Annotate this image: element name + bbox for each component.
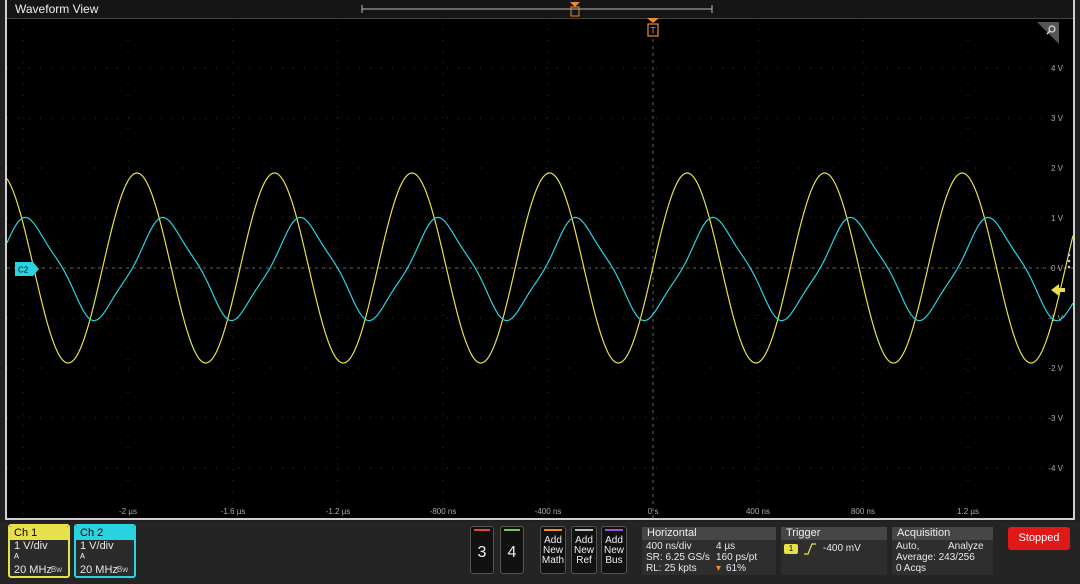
acquisition-title: Acquisition	[892, 527, 993, 540]
ch2-bandwidth: 20 MHz	[80, 564, 118, 576]
x-tick-label: -800 ns	[430, 507, 457, 516]
y-tick-label: -3 V	[1048, 414, 1063, 423]
add-new-bus-button[interactable]: Add New Bus	[601, 526, 627, 574]
channel-4-button[interactable]: 4	[500, 526, 524, 574]
acquisition-panel[interactable]: Acquisition Auto, Analyze Average: 243/2…	[892, 527, 993, 575]
y-tick-label: 4 V	[1051, 64, 1064, 73]
trigger-position-marker-label: T	[650, 26, 656, 36]
ch2-bandwidth-row: 20 MHz Bw	[76, 564, 134, 576]
bandwidth-limit-icon: Bw	[50, 565, 62, 574]
waveform-plot[interactable]: 4 V3 V2 V1 V0 V-1 V-2 V-3 V-4 V-2 µs -1.6…	[7, 18, 1073, 518]
bandwidth-limit-icon: Bw	[116, 565, 128, 574]
x-tick-label: -400 ns	[535, 507, 562, 516]
y-tick-label: -2 V	[1048, 364, 1063, 373]
x-tick-label: 800 ns	[851, 507, 875, 516]
math-color-bar	[544, 529, 562, 531]
y-tick-label: 3 V	[1051, 114, 1064, 123]
bus-color-bar	[605, 529, 623, 531]
ch2-offset-marker-label: C2	[18, 266, 29, 275]
zoom-icon[interactable]	[1037, 22, 1059, 44]
sample-rate: SR: 6.25 GS/s	[646, 552, 710, 563]
x-tick-label: -1.2 µs	[326, 507, 351, 516]
y-tick-label: 1 V	[1051, 214, 1064, 223]
channel-4-color-bar	[504, 529, 520, 531]
ch2-coupling-icon: ᴬ	[80, 552, 85, 564]
x-tick-label: -1.6 µs	[221, 507, 246, 516]
analyze-label: Analyze	[948, 541, 984, 552]
ch2-badge[interactable]: Ch 2 1 V/div ᴬ 20 MHz Bw	[74, 524, 136, 578]
x-tick-label: 1.2 µs	[957, 507, 979, 516]
horizontal-panel[interactable]: Horizontal 400 ns/div 4 µs SR: 6.25 GS/s…	[642, 527, 776, 575]
trigger-level: -400 mV	[823, 543, 861, 554]
oscilloscope-app: Waveform View 4 V3 V2 V1 V0 V -1 V -2 V -3 …	[0, 0, 1080, 584]
y-tick-label: 2 V	[1051, 164, 1064, 173]
ch1-bandwidth-row: 20 MHz Bw	[10, 564, 68, 576]
horizontal-duration: 4 µs	[716, 541, 736, 552]
x-tick-label: 400 ns	[746, 507, 770, 516]
run-stop-button[interactable]: Stopped	[1008, 527, 1070, 550]
settings-bar: Ch 1 1 V/div ᴬ 20 MHz Bw Ch 2 1 V/div ᴬ …	[0, 522, 1080, 584]
y-tick-label: -4 V	[1048, 464, 1063, 473]
x-tick-label: 0 s	[648, 507, 659, 516]
record-overview-bar[interactable]	[7, 0, 1073, 18]
ch1-coupling-icon: ᴬ	[14, 552, 19, 564]
add-new-math-button[interactable]: Add New Math	[540, 526, 566, 574]
time-resolution: 160 ps/pt	[716, 552, 758, 563]
horizontal-position: 61%	[726, 563, 747, 574]
ch2-trace	[7, 216, 1073, 322]
ch1-bandwidth: 20 MHz	[14, 564, 52, 576]
horizontal-title: Horizontal	[642, 527, 776, 540]
acquisition-mode: Auto,	[896, 541, 920, 552]
acquisition-count: 0 Acqs	[896, 563, 927, 574]
x-tick-label: -2 µs	[119, 507, 137, 516]
waveform-view-titlebar: Waveform View	[7, 0, 1073, 19]
ch1-badge[interactable]: Ch 1 1 V/div ᴬ 20 MHz Bw	[8, 524, 70, 578]
horizontal-position-icon: ▾	[716, 563, 722, 574]
ch1-badge-label: Ch 1	[10, 526, 68, 540]
trigger-level-marker-icon[interactable]	[1051, 283, 1065, 297]
channel-3-label: 3	[477, 544, 487, 561]
channel-3-color-bar	[474, 529, 490, 531]
ch1-scale: 1 V/div	[14, 540, 48, 552]
ch2-badge-label: Ch 2	[76, 526, 134, 540]
trigger-title: Trigger	[781, 527, 887, 540]
add-bus-line-3: Bus	[605, 555, 623, 566]
y-tick-label: 0 V	[1051, 264, 1064, 273]
channel-4-label: 4	[507, 544, 517, 561]
rising-edge-icon	[804, 543, 816, 555]
add-new-ref-button[interactable]: Add New Ref	[571, 526, 597, 574]
ch2-scale: 1 V/div	[80, 540, 114, 552]
add-ref-line-3: Ref	[576, 555, 592, 566]
trigger-source-badge: 1	[784, 544, 798, 554]
channel-3-button[interactable]: 3	[470, 526, 494, 574]
trigger-panel[interactable]: Trigger 1 -400 mV	[781, 527, 887, 575]
waveform-view-window: Waveform View 4 V3 V2 V1 V0 V -1 V -2 V -3 …	[5, 0, 1075, 520]
trigger-position-arrow-icon	[647, 18, 659, 23]
ref-color-bar	[575, 529, 593, 531]
ch2-offset-marker[interactable]: C2	[15, 262, 39, 276]
record-length: RL: 25 kpts	[646, 563, 697, 574]
add-math-line-3: Math	[541, 555, 565, 566]
average-count: Average: 243/256	[896, 552, 975, 563]
side-panel-handle-icon[interactable]	[1067, 252, 1071, 270]
horizontal-scale: 400 ns/div	[646, 541, 692, 552]
